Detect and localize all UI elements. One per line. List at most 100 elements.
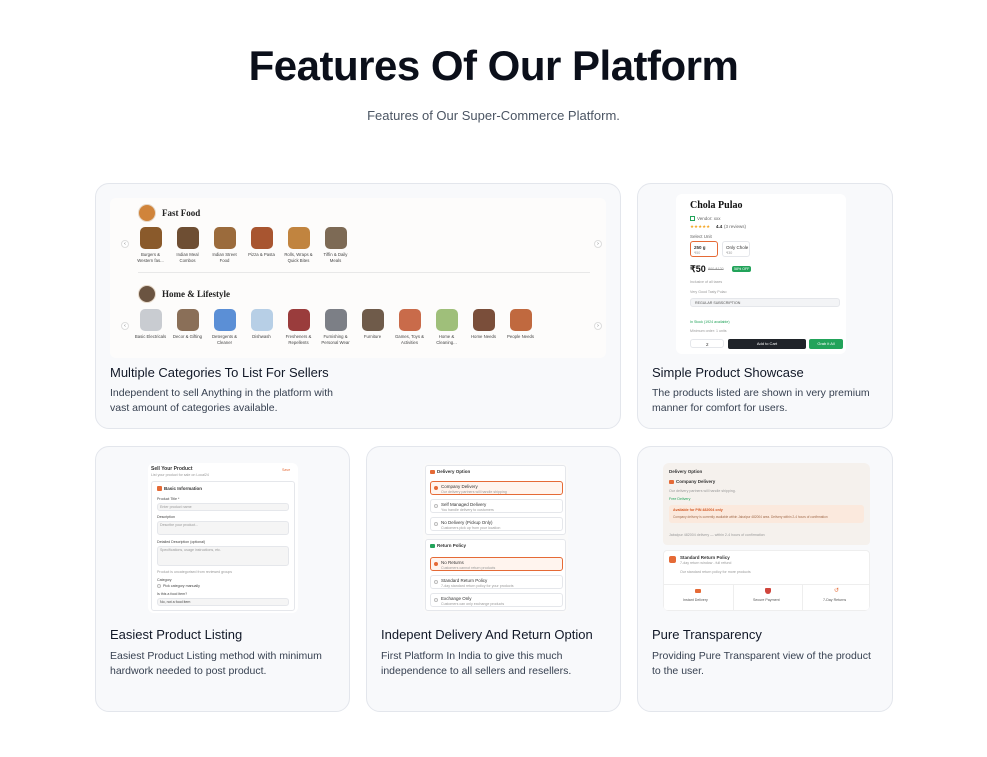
section-title: Features Of Our Platform xyxy=(248,42,739,89)
return-policy-info: Standard Return Policy 7-day return wind… xyxy=(663,550,870,611)
prev-arrow-icon[interactable]: ‹ xyxy=(121,322,129,330)
category-radio[interactable] xyxy=(157,584,161,588)
category-item[interactable]: Dishwash xyxy=(249,309,274,345)
category-item[interactable]: Basic Electricals xyxy=(135,309,166,345)
unit-option-selected[interactable]: 250 g ₹50 xyxy=(690,241,718,257)
category-item[interactable]: Furnishing & Personal Wear xyxy=(321,309,350,345)
delivery-eta: Jabalpur 482004 delivery — within 2-4 ho… xyxy=(669,533,765,537)
delivery-option-company[interactable]: Company Delivery Our delivery partners w… xyxy=(430,481,563,495)
save-button[interactable]: Save xyxy=(282,468,290,472)
category-label: Indian Meal Combos xyxy=(176,252,199,263)
discount-badge: 58% OFF xyxy=(732,266,752,272)
category-label: Dishwash xyxy=(252,334,271,339)
description-input[interactable]: Describe your product... xyxy=(157,521,289,535)
quantity-stepper[interactable]: 2 xyxy=(690,339,724,348)
card-description: First Platform In India to give this muc… xyxy=(381,650,572,677)
category-item[interactable]: Home & Cleaning... xyxy=(434,309,459,345)
category-item[interactable]: Indian Street Food xyxy=(212,227,237,263)
home-lifestyle-avatar xyxy=(138,285,156,303)
category-thumbnail xyxy=(250,227,273,249)
category-label: Decor & Gifting xyxy=(172,334,203,339)
category-item[interactable]: Rolls, Wraps & Quick Bites xyxy=(284,227,313,263)
return-option-none[interactable]: No Returns Customers cannot return produ… xyxy=(430,557,563,571)
category-item[interactable]: Tiffin & Daily Meals xyxy=(323,227,348,263)
review-count: (3 reviews) xyxy=(724,224,747,229)
categories-screenshot: Fast Food ‹ › Burgers & Western fas... In… xyxy=(110,198,606,358)
card-description: Easiest Product Listing method with mini… xyxy=(110,650,322,677)
buy-now-button[interactable]: Grab it All xyxy=(809,339,843,349)
category-item[interactable]: Games, Toys & Activities xyxy=(395,309,424,345)
category-thumbnail xyxy=(287,227,310,249)
delivery-screenshot: Delivery Option Company Delivery Our del… xyxy=(423,463,568,613)
instant-delivery-badge: Instant Delivery xyxy=(664,585,733,611)
fast-food-categories: Burgers & Western fas... Indian Meal Comb… xyxy=(137,227,348,263)
listing-subtitle: List your product for sale on Local24 xyxy=(151,473,209,477)
food-item-select[interactable]: No, not a food item xyxy=(157,598,289,606)
category-thumbnail xyxy=(139,309,162,331)
category-item[interactable]: Furniture xyxy=(360,309,385,345)
card-description: The products listed are shown in very pr… xyxy=(652,387,870,414)
category-thumbnail xyxy=(250,309,273,331)
category-label: Detergents & Cleaner xyxy=(211,334,238,345)
feature-card-delivery-return: Delivery Option Company Delivery Our del… xyxy=(366,446,621,712)
delivery-option-pickup[interactable]: No Delivery (Pickup Only) Customers pick… xyxy=(430,517,563,531)
category-thumbnail xyxy=(398,309,421,331)
add-to-cart-button[interactable]: Add to Cart xyxy=(728,339,806,349)
category-thumbnail xyxy=(324,227,347,249)
fast-food-avatar xyxy=(138,204,156,222)
veg-icon xyxy=(690,216,695,221)
info-icon xyxy=(157,486,162,491)
category-thumbnail xyxy=(287,309,310,331)
return-option-standard[interactable]: Standard Return Policy 7-day standard re… xyxy=(430,575,563,589)
category-item[interactable]: Fresheners & Repellents xyxy=(286,309,311,345)
category-item[interactable]: Decor & Gifting xyxy=(173,309,202,345)
category-label: Fresheners & Repellents xyxy=(285,334,312,345)
price: ₹50 xyxy=(690,264,706,274)
category-item[interactable]: Indian Meal Combos xyxy=(175,227,200,263)
select-unit-label: Select Unit xyxy=(690,234,712,239)
category-label: Tiffin & Daily Meals xyxy=(323,252,348,263)
feature-card-product-listing: Sell Your Product List your product for … xyxy=(95,446,350,712)
detailed-description-input[interactable]: Specifications, usage instructions, etc. xyxy=(157,546,289,566)
category-thumbnail xyxy=(435,309,458,331)
section-divider xyxy=(138,272,590,273)
basic-info-panel: Basic Information Product Title * Enter … xyxy=(151,481,295,611)
category-label: Basic Electricals xyxy=(134,334,167,339)
variant-select[interactable]: REGULAR SUBSCRIPTION xyxy=(690,298,840,307)
category-label: Games, Toys & Activities xyxy=(394,334,425,345)
category-thumbnail xyxy=(213,227,236,249)
stock-status: In Stock (1924 available) xyxy=(690,320,730,324)
card-title: Pure Transparency xyxy=(652,627,762,642)
truck-icon xyxy=(430,470,435,474)
truck-icon xyxy=(695,589,701,593)
delivery-option-self[interactable]: Self Managed Delivery You handle deliver… xyxy=(430,499,563,513)
product-screenshot: Chola Pulao Vendor: xxx ★★★★★ 4.4 (3 rev… xyxy=(676,194,846,354)
next-arrow-icon[interactable]: › xyxy=(594,240,602,248)
category-thumbnail xyxy=(213,309,236,331)
feature-card-categories: Fast Food ‹ › Burgers & Western fas... In… xyxy=(95,183,621,429)
return-arrow-icon: ↺ xyxy=(834,588,840,594)
return-icon xyxy=(430,544,435,548)
star-rating-icon: ★★★★★ xyxy=(690,224,711,229)
category-thumbnail xyxy=(509,309,532,331)
returns-badge: ↺ 7-Day Returns xyxy=(802,585,870,611)
category-thumbnail xyxy=(176,227,199,249)
product-title-input[interactable]: Enter product name xyxy=(157,503,289,511)
category-item[interactable]: Detergents & Cleaner xyxy=(212,309,237,345)
category-item[interactable]: Pizza & Pasta xyxy=(248,227,275,263)
category-label: Rolls, Wraps & Quick Bites xyxy=(284,252,313,263)
category-item[interactable]: Home Needs xyxy=(471,309,496,345)
shield-icon xyxy=(765,588,771,594)
old-price: ₹60 ₹120 xyxy=(708,267,724,271)
category-item[interactable]: Burgers & Western fas... xyxy=(137,227,164,263)
prev-arrow-icon[interactable]: ‹ xyxy=(121,240,129,248)
unit-option[interactable]: Only Chole ₹30 xyxy=(722,241,750,257)
category-item[interactable]: People Needs xyxy=(507,309,534,345)
delivery-info-panel: Delivery Option Company Delivery Our del… xyxy=(663,463,870,545)
return-option-exchange[interactable]: Exchange Only Customers can only exchang… xyxy=(430,593,563,607)
card-description: Providing Pure Transparent view of the p… xyxy=(652,650,871,677)
category-thumbnail xyxy=(472,309,495,331)
product-name: Chola Pulao xyxy=(690,200,743,211)
category-label: Pizza & Pasta xyxy=(248,252,275,257)
next-arrow-icon[interactable]: › xyxy=(594,322,602,330)
